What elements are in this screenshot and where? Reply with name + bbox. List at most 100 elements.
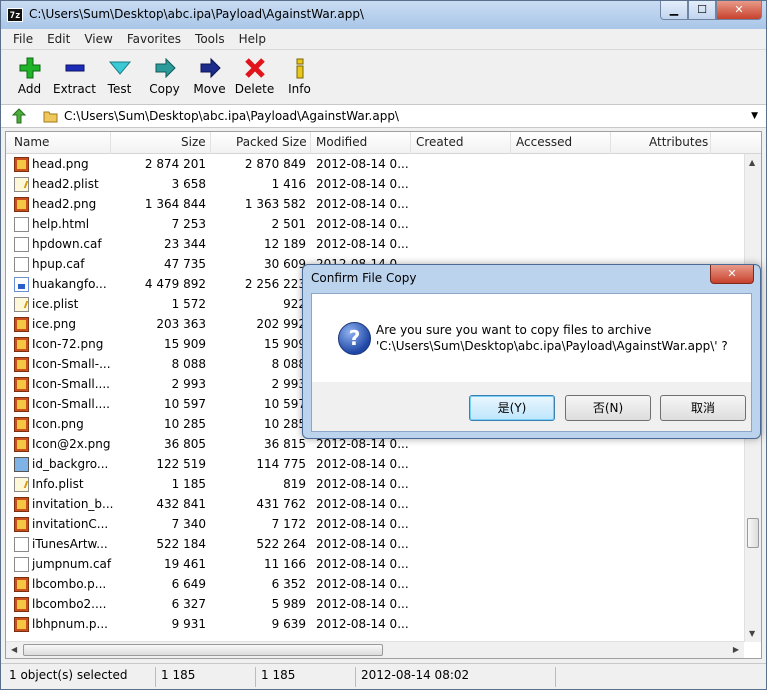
plist-file-icon [14,477,29,492]
file-name: lbcombo.p... [32,577,107,591]
col-attributes[interactable]: Attributes [649,135,708,153]
delete-icon [244,58,265,78]
chevron-down-icon[interactable]: ▼ [751,111,758,121]
add-button[interactable]: Add [7,51,52,103]
file-row[interactable]: head2.plist 3 658 1 416 2012-08-14 0... [6,174,746,194]
image-file-icon [14,337,29,352]
file-packed-size: 819 [283,477,306,491]
info-label: Info [288,82,311,96]
file-row[interactable]: iTunesArtw... 522 184 522 264 2012-08-14 0.… [6,534,746,554]
file-modified: 2012-08-14 0... [316,197,409,211]
file-name: Icon@2x.png [32,437,111,451]
menu-tools[interactable]: Tools [188,29,232,49]
info-button[interactable]: Info [277,51,322,103]
file-modified: 2012-08-14 0... [316,477,409,491]
image-file-icon [14,197,29,212]
file-row[interactable]: lbcombo2.... 6 327 5 989 2012-08-14 0... [6,594,746,614]
minimize-button[interactable]: ▁ [660,1,688,20]
extract-button[interactable]: Extract [52,51,97,103]
file-row[interactable]: head.png 2 874 201 2 870 849 2012-08-14 0..… [6,154,746,174]
file-name: Icon-72.png [32,337,104,351]
scroll-up-icon[interactable]: ▲ [749,158,755,167]
plist-file-icon [14,177,29,192]
address-bar: C:\Users\Sum\Desktop\abc.ipa\Payload\Aga… [1,104,766,128]
col-created[interactable]: Created [416,135,464,153]
file-size: 4 479 892 [144,277,206,291]
horizontal-scroll-thumb[interactable] [23,644,383,656]
test-label: Test [107,82,132,96]
file-modified: 2012-08-14 0... [316,577,409,591]
app-icon[interactable]: 7z [7,8,23,22]
file-packed-size: 30 609 [264,257,306,271]
col-name[interactable]: Name [14,135,49,153]
file-row[interactable]: invitation_b... 432 841 431 762 2012-08-14 … [6,494,746,514]
file-modified: 2012-08-14 0... [316,597,409,611]
cancel-button[interactable]: 取消 [660,395,746,421]
test-button[interactable]: Test [97,51,142,103]
file-row[interactable]: head2.png 1 364 844 1 363 582 2012-08-14 0.… [6,194,746,214]
delete-button[interactable]: Delete [232,51,277,103]
file-size: 6 327 [171,597,206,611]
col-modified[interactable]: Modified [316,135,367,153]
dialog-body: ? Are you sure you want to copy files to… [311,293,752,432]
file-name: invitationC... [32,517,109,531]
file-packed-size: 10 285 [264,417,306,431]
vertical-scroll-thumb[interactable] [747,518,759,548]
file-modified: 2012-08-14 0... [316,497,409,511]
menu-file[interactable]: File [7,29,40,49]
add-icon [19,57,40,79]
scroll-down-icon[interactable]: ▼ [749,629,755,638]
file-row[interactable]: jumpnum.caf 19 461 11 166 2012-08-14 0... [6,554,746,574]
dialog-close-button[interactable]: ✕ [710,265,754,284]
file-row[interactable]: lbhpnum.p... 9 931 9 639 2012-08-14 0... [6,614,746,634]
file-packed-size: 8 088 [271,357,306,371]
address-input[interactable]: C:\Users\Sum\Desktop\abc.ipa\Payload\Aga… [64,109,399,123]
file-modified: 2012-08-14 0... [316,157,409,171]
no-button[interactable]: 否(N) [565,395,651,421]
delete-label: Delete [234,82,275,96]
col-accessed[interactable]: Accessed [516,135,572,153]
file-modified: 2012-08-14 0... [316,517,409,531]
move-button[interactable]: Move [187,51,232,103]
plist-file-icon [14,297,29,312]
yes-button[interactable]: 是(Y) [469,395,555,421]
menu-favorites[interactable]: Favorites [120,29,188,49]
col-size[interactable]: Size [181,135,206,153]
file-packed-size: 2 993 [271,377,306,391]
maximize-button[interactable]: ☐ [688,1,716,20]
horizontal-scrollbar[interactable]: ◀ ▶ [6,641,744,658]
file-name: iTunesArtw... [32,537,108,551]
scroll-right-icon[interactable]: ▶ [733,645,739,654]
up-folder-icon[interactable] [11,108,27,124]
file-packed-size: 11 166 [264,557,306,571]
file-row[interactable]: help.html 7 253 2 501 2012-08-14 0... [6,214,746,234]
file-name: Info.plist [32,477,84,491]
document-file-icon [14,537,29,552]
image-file-icon [14,617,29,632]
close-button[interactable]: ✕ [716,1,762,20]
file-name: invitation_b... [32,497,114,511]
file-packed-size: 202 992 [256,317,306,331]
file-row[interactable]: Info.plist 1 185 819 2012-08-14 0... [6,474,746,494]
file-row[interactable]: lbcombo.p... 6 649 6 352 2012-08-14 0... [6,574,746,594]
file-size: 10 597 [164,397,206,411]
menu-edit[interactable]: Edit [40,29,77,49]
image-file-icon [14,317,29,332]
file-row[interactable]: id_backgro... 122 519 114 775 2012-08-14 0.… [6,454,746,474]
title-bar: 7z C:\Users\Sum\Desktop\abc.ipa\Payload\… [1,1,766,29]
file-row[interactable]: invitationC... 7 340 7 172 2012-08-14 0... [6,514,746,534]
dialog-message-line2: 'C:\Users\Sum\Desktop\abc.ipa\Payload\Ag… [376,339,728,353]
file-packed-size: 9 639 [271,617,306,631]
menu-bar: File Edit View Favorites Tools Help [1,29,766,50]
col-packed-size[interactable]: Packed Size [236,135,307,153]
scroll-left-icon[interactable]: ◀ [11,645,17,654]
add-label: Add [17,82,42,96]
file-modified: 2012-08-14 0... [316,237,409,251]
file-row[interactable]: hpdown.caf 23 344 12 189 2012-08-14 0... [6,234,746,254]
file-name: ice.plist [32,297,79,311]
menu-view[interactable]: View [77,29,119,49]
toolbar: Add Extract Test Copy Move Delete Info [1,51,766,103]
menu-help[interactable]: Help [232,29,273,49]
file-packed-size: 6 352 [271,577,306,591]
copy-button[interactable]: Copy [142,51,187,103]
